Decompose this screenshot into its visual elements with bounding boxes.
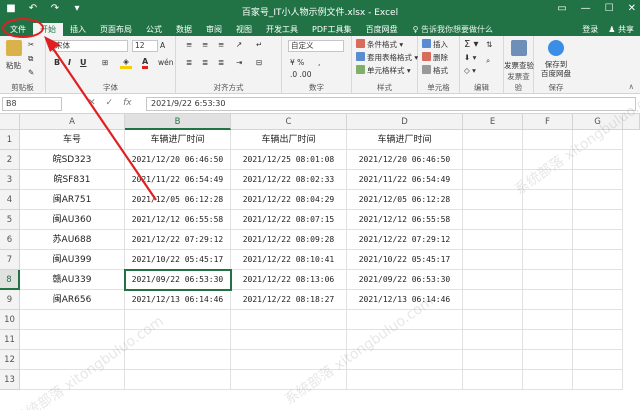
annotation-arrow bbox=[44, 36, 157, 201]
